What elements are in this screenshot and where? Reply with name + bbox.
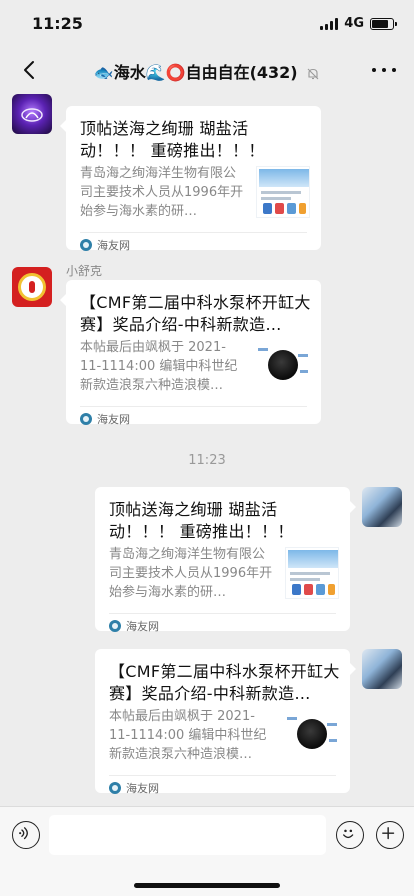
source-logo-icon xyxy=(109,620,121,632)
card-title: 顶帖送海之绚珊 瑚盐活动！！！ 重磅推出！！！ xyxy=(109,500,294,541)
network-type: 4G xyxy=(344,16,364,31)
card-thumbnail xyxy=(285,547,339,599)
card-source: 海友网 xyxy=(80,411,130,427)
chat-title-text: 🐟海水🌊⭕自由自在(432) xyxy=(93,63,298,82)
chat-header: 🐟海水🌊⭕自由自在(432) xyxy=(0,48,414,92)
card-description: 青岛海之绚海洋生物有限公司主要技术人员从1996年开始参与海水素的研… xyxy=(80,166,244,219)
link-card[interactable]: 顶帖送海之绚珊 瑚盐活动！！！ 重磅推出！！！ 青岛海之绚海洋生物有限公司主要技… xyxy=(95,487,356,634)
status-indicators: 4G xyxy=(320,16,397,31)
logo-icon xyxy=(21,108,43,122)
plus-button[interactable] xyxy=(376,821,404,849)
voice-icon xyxy=(19,827,28,840)
avatar[interactable] xyxy=(12,267,52,307)
card-thumbnail xyxy=(256,166,310,218)
card-divider xyxy=(109,775,336,776)
plus-icon xyxy=(382,827,395,840)
message-list[interactable]: 顶帖送海之绚珊 瑚盐活动！！！ 重磅推出！！！ 青岛海之绚海洋生物有限公司主要技… xyxy=(0,92,414,806)
status-time: 11:25 xyxy=(32,14,83,33)
card-source: 海友网 xyxy=(109,618,159,634)
source-name: 海友网 xyxy=(97,413,130,426)
card-divider xyxy=(109,613,336,614)
card-description: 本帖最后由飒枫于 2021-11-1114:00 编辑中科世纪新款造浪泵六种造浪… xyxy=(80,340,238,393)
avatar[interactable] xyxy=(362,487,402,527)
emoji-button[interactable] xyxy=(336,821,364,849)
source-name: 海友网 xyxy=(126,782,159,795)
message-input[interactable] xyxy=(49,815,326,855)
source-name: 海友网 xyxy=(97,239,130,252)
ellipsis-icon[interactable] xyxy=(372,60,396,80)
card-source: 海友网 xyxy=(80,237,130,253)
battery-level xyxy=(372,19,388,28)
link-card[interactable]: 顶帖送海之绚珊 瑚盐活动！！！ 重磅推出！！！ 青岛海之绚海洋生物有限公司主要技… xyxy=(60,106,321,253)
sender-name: 小舒克 xyxy=(66,264,103,278)
card-divider xyxy=(80,406,307,407)
input-bar xyxy=(0,806,414,896)
card-title: 顶帖送海之绚珊 瑚盐活动！！！ 重磅推出！！！ xyxy=(80,119,265,160)
source-logo-icon xyxy=(109,782,121,794)
card-description: 本帖最后由飒枫于 2021-11-1114:00 编辑中科世纪新款造浪泵六种造浪… xyxy=(109,709,267,762)
link-card[interactable]: 【CMF第二届中科水泵杯开缸大赛】奖品介绍-中科新款造… 本帖最后由飒枫于 20… xyxy=(60,280,321,427)
battery-icon xyxy=(370,17,397,30)
card-source: 海友网 xyxy=(109,780,159,796)
source-logo-icon xyxy=(80,239,92,251)
card-thumbnail xyxy=(256,340,310,392)
voice-button[interactable] xyxy=(12,821,40,849)
card-title: 【CMF第二届中科水泵杯开缸大赛】奖品介绍-中科新款造… xyxy=(109,662,340,703)
emoji-icon xyxy=(343,829,354,839)
source-name: 海友网 xyxy=(126,620,159,633)
card-description: 青岛海之绚海洋生物有限公司主要技术人员从1996年开始参与海水素的研… xyxy=(109,547,273,600)
signal-icon xyxy=(320,17,339,30)
card-title: 【CMF第二届中科水泵杯开缸大赛】奖品介绍-中科新款造… xyxy=(80,293,311,334)
link-card[interactable]: 【CMF第二届中科水泵杯开缸大赛】奖品介绍-中科新款造… 本帖最后由飒枫于 20… xyxy=(95,649,356,796)
home-indicator xyxy=(134,883,280,888)
avatar[interactable] xyxy=(362,649,402,689)
chat-title: 🐟海水🌊⭕自由自在(432) xyxy=(0,59,414,83)
avatar[interactable] xyxy=(12,94,52,134)
source-logo-icon xyxy=(80,413,92,425)
card-thumbnail xyxy=(285,709,339,761)
bell-off-icon xyxy=(307,68,319,79)
status-bar: 11:25 4G xyxy=(0,0,414,48)
card-divider xyxy=(80,232,307,233)
message-timestamp: 11:23 xyxy=(188,453,226,468)
